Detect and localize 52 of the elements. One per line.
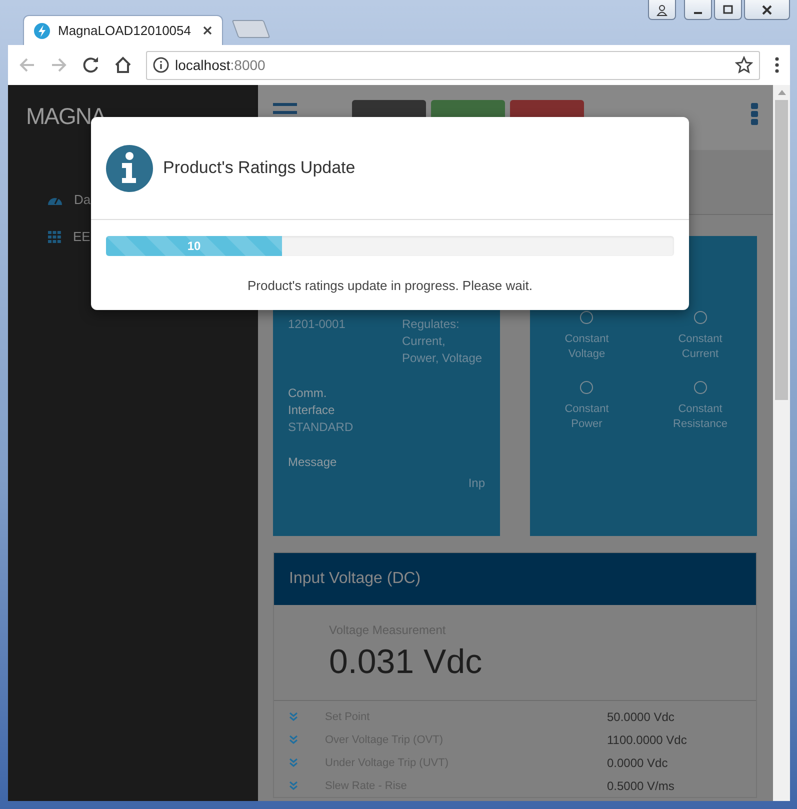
measurement-value: 0.031 Vdc: [329, 643, 484, 682]
comm-label: Comm. Interface: [288, 385, 336, 419]
maximize-button[interactable]: [714, 0, 742, 20]
grid-icon: [48, 230, 61, 242]
mode-radio[interactable]: [580, 381, 594, 394]
panel-title: Input Voltage (DC): [289, 570, 421, 588]
close-button[interactable]: [744, 0, 790, 20]
setting-value: 50.0000 Vdc: [607, 710, 674, 724]
tab-title: MagnaLOAD12010054: [58, 23, 192, 38]
star-icon[interactable]: [735, 56, 753, 74]
progress-fill: 10: [106, 236, 282, 256]
mode-radio[interactable]: [694, 381, 707, 394]
menu-icon[interactable]: [774, 56, 780, 74]
close-tab-icon[interactable]: [203, 26, 212, 35]
info-icon: [153, 57, 169, 73]
dialog-title: Product's Ratings Update: [163, 158, 356, 178]
forward-icon[interactable]: [50, 56, 68, 74]
mode-label: Constant Voltage: [564, 332, 610, 362]
sidebar-item-label: Da: [74, 192, 91, 207]
user-icon: [656, 4, 668, 16]
info-icon: [106, 144, 153, 192]
mode-label: Constant Resistance: [672, 402, 728, 432]
regulates-text: Regulates: Current, Power, Voltage: [402, 316, 484, 367]
message-value: Inp: [468, 475, 485, 492]
setting-value: 0.5000 V/ms: [607, 778, 674, 792]
mode-radio[interactable]: [580, 311, 594, 324]
mode-label: Constant Power: [564, 402, 610, 432]
scrollbar[interactable]: [773, 85, 790, 801]
mode-radio[interactable]: [694, 311, 707, 324]
comm-value: STANDARD: [288, 419, 354, 436]
mode-label: Constant Current: [677, 332, 724, 362]
message-label: Message: [288, 454, 338, 471]
model-number: 1201-0001: [288, 316, 346, 333]
url-text: localhost:8000: [175, 57, 266, 73]
home-icon[interactable]: [114, 56, 132, 74]
user-button[interactable]: [648, 0, 676, 20]
new-tab-button[interactable]: [232, 20, 270, 38]
more-options-icon[interactable]: [751, 103, 758, 125]
setting-value: 0.0000 Vdc: [607, 756, 668, 770]
address-field[interactable]: localhost:8000: [146, 50, 760, 80]
maximize-icon: [722, 4, 734, 16]
browser-tab[interactable]: MagnaLOAD12010054: [23, 15, 223, 45]
reload-icon[interactable]: [82, 56, 100, 74]
minimize-button[interactable]: [684, 0, 712, 20]
back-icon[interactable]: [18, 56, 36, 74]
setting-value: 1100.0000 Vdc: [607, 732, 687, 746]
close-icon: [761, 4, 773, 16]
bolt-icon: [34, 22, 50, 38]
sidebar-item-label: EE: [73, 229, 90, 244]
scroll-up-icon[interactable]: [778, 90, 786, 95]
dialog-message: Product's ratings update in progress. Please wait.: [246, 278, 534, 293]
minimize-icon: [694, 12, 702, 14]
